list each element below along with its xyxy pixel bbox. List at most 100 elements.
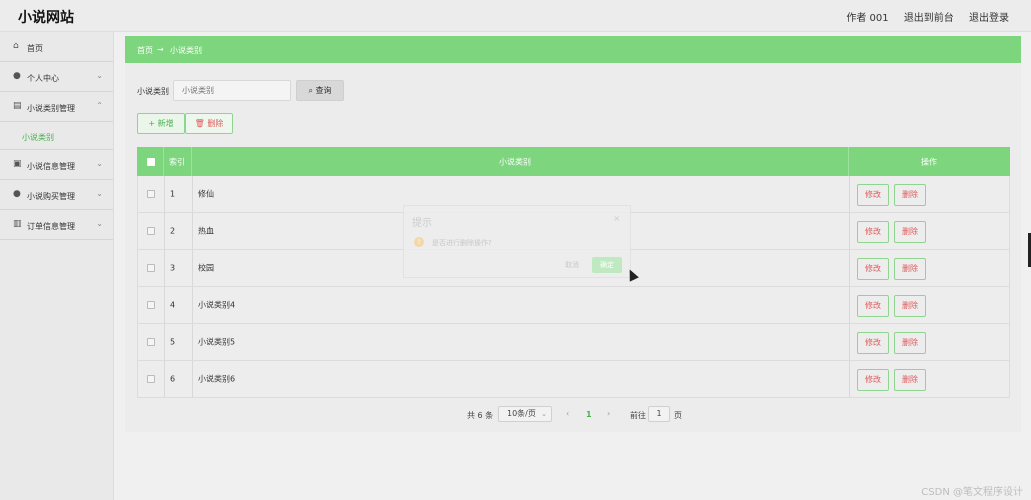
edit-button[interactable]: 修改 — [857, 369, 889, 391]
next-page-button[interactable]: › — [607, 409, 610, 418]
pagination: 共 6 条 10条/页 ⌄ ‹ 1 › 前往 1 页 — [125, 406, 1021, 422]
delete-button[interactable]: 🗑 删除 — [185, 113, 233, 134]
row-checkbox[interactable] — [147, 375, 155, 383]
column-divider — [164, 324, 165, 360]
sidebar-item-purchase[interactable]: ● 小说购买管理 ⌄ — [0, 180, 113, 210]
edit-button[interactable]: 修改 — [857, 332, 889, 354]
row-index: 4 — [170, 300, 176, 310]
pagination-total: 共 6 条 — [467, 411, 494, 420]
column-divider — [164, 250, 165, 286]
column-divider — [849, 287, 850, 323]
sidebar-item-category-mgmt[interactable]: ▤ 小说类别管理 ⌃ — [0, 92, 113, 122]
sidebar-item-orders[interactable]: ▥ 订单信息管理 ⌄ — [0, 210, 113, 240]
back-to-front-link[interactable]: 退出到前台 — [904, 13, 954, 24]
goto-page-input[interactable]: 1 — [648, 406, 670, 422]
arrow-right-icon: → — [157, 45, 164, 54]
column-divider — [849, 361, 850, 397]
row-delete-button[interactable]: 删除 — [894, 221, 926, 243]
watermark-text: CSDN @笔文程序设计 — [921, 487, 1023, 498]
row-checkbox[interactable] — [147, 338, 155, 346]
column-divider — [848, 147, 849, 176]
row-category: 小说类别5 — [198, 337, 236, 347]
row-delete-button[interactable]: 删除 — [894, 369, 926, 391]
table-row: 4 小说类别4 修改 删除 — [137, 287, 1010, 324]
row-category: 小说类别6 — [198, 374, 236, 384]
column-divider — [192, 250, 193, 286]
header-index: 索引 — [169, 157, 185, 166]
search-button-label: 查询 — [315, 86, 332, 95]
row-checkbox[interactable] — [147, 301, 155, 309]
chevron-down-icon: ⌄ — [541, 410, 547, 418]
edit-button[interactable]: 修改 — [857, 295, 889, 317]
row-index: 2 — [170, 226, 176, 236]
row-category: 校园 — [198, 263, 214, 273]
row-category: 修仙 — [198, 189, 214, 199]
sidebar-item-profile[interactable]: ● 个人中心 ⌄ — [0, 62, 113, 92]
user-icon: ● — [13, 71, 21, 81]
sidebar-subitem-category[interactable]: 小说类别 — [0, 122, 113, 150]
logout-link[interactable]: 退出登录 — [969, 13, 1009, 24]
row-checkbox[interactable] — [147, 227, 155, 235]
edit-button[interactable]: 修改 — [857, 221, 889, 243]
column-divider — [192, 176, 193, 212]
column-divider — [164, 361, 165, 397]
column-divider — [163, 147, 164, 176]
dialog-ok-button[interactable]: 确定 — [592, 257, 622, 273]
table-row: 6 小说类别6 修改 删除 — [137, 361, 1010, 398]
column-divider — [192, 361, 193, 397]
trash-icon: 🗑 — [194, 119, 205, 128]
page-unit-label: 页 — [674, 411, 682, 420]
page-size-select[interactable]: 10条/页 ⌄ — [498, 406, 552, 422]
prev-page-button[interactable]: ‹ — [566, 409, 569, 418]
sidebar-item-home[interactable]: ⌂ 首页 — [0, 32, 113, 62]
current-page[interactable]: 1 — [586, 410, 592, 419]
breadcrumb-home[interactable]: 首页 — [137, 45, 153, 56]
column-divider — [192, 213, 193, 249]
edit-button[interactable]: 修改 — [857, 258, 889, 280]
category-search-input[interactable] — [173, 80, 291, 101]
search-button[interactable]: ⌕ 查询 — [296, 80, 344, 101]
breadcrumb: 首页 → 小说类别 — [125, 36, 1021, 63]
row-index: 5 — [170, 337, 176, 347]
table-header: 索引 小说类别 操作 — [137, 147, 1010, 176]
row-delete-button[interactable]: 删除 — [894, 258, 926, 280]
row-checkbox[interactable] — [147, 190, 155, 198]
edit-button[interactable]: 修改 — [857, 184, 889, 206]
select-all-checkbox[interactable] — [147, 157, 155, 166]
add-button[interactable]: + 新增 — [137, 113, 185, 134]
sidebar-item-label: 小说购买管理 — [27, 192, 75, 201]
plus-icon: + — [148, 119, 156, 128]
header-ops: 操作 — [921, 157, 937, 166]
column-divider — [192, 287, 193, 323]
filter-label: 小说类别 — [137, 87, 169, 96]
row-category: 小说类别4 — [198, 300, 236, 310]
user-icon: ● — [13, 189, 21, 199]
goto-label: 前往 — [630, 411, 646, 420]
dialog-title: 提示 — [412, 218, 432, 229]
folder-icon: ▤ — [13, 101, 22, 111]
row-delete-button[interactable]: 删除 — [894, 295, 926, 317]
column-divider — [164, 213, 165, 249]
sidebar-item-novel-info[interactable]: ▣ 小说信息管理 ⌄ — [0, 150, 113, 180]
site-title: 小说网站 — [18, 10, 74, 26]
chevron-down-icon: ⌄ — [96, 159, 103, 168]
close-icon[interactable]: × — [613, 214, 620, 223]
column-divider — [849, 324, 850, 360]
breadcrumb-current: 小说类别 — [170, 46, 202, 55]
top-header: 小说网站 作者 001 退出到前台 退出登录 — [0, 0, 1031, 32]
bar-chart-icon: ▥ — [13, 219, 22, 229]
chevron-down-icon: ⌄ — [96, 71, 103, 80]
chevron-up-icon: ⌃ — [96, 101, 103, 110]
home-icon: ⌂ — [13, 41, 19, 51]
row-delete-button[interactable]: 删除 — [894, 184, 926, 206]
add-button-label: 新增 — [157, 119, 174, 128]
row-checkbox[interactable] — [147, 264, 155, 272]
dialog-cancel-button[interactable]: 取消 — [558, 258, 586, 272]
row-delete-button[interactable]: 删除 — [894, 332, 926, 354]
confirm-dialog: 提示 × ! 是否进行删除操作? 取消 确定 — [403, 205, 631, 278]
header-category[interactable]: 小说类别 — [499, 156, 531, 167]
column-divider — [192, 324, 193, 360]
table-row: 5 小说类别5 修改 删除 — [137, 324, 1010, 361]
sidebar-item-label: 小说类别管理 — [27, 104, 75, 113]
book-icon: ▣ — [13, 159, 22, 169]
